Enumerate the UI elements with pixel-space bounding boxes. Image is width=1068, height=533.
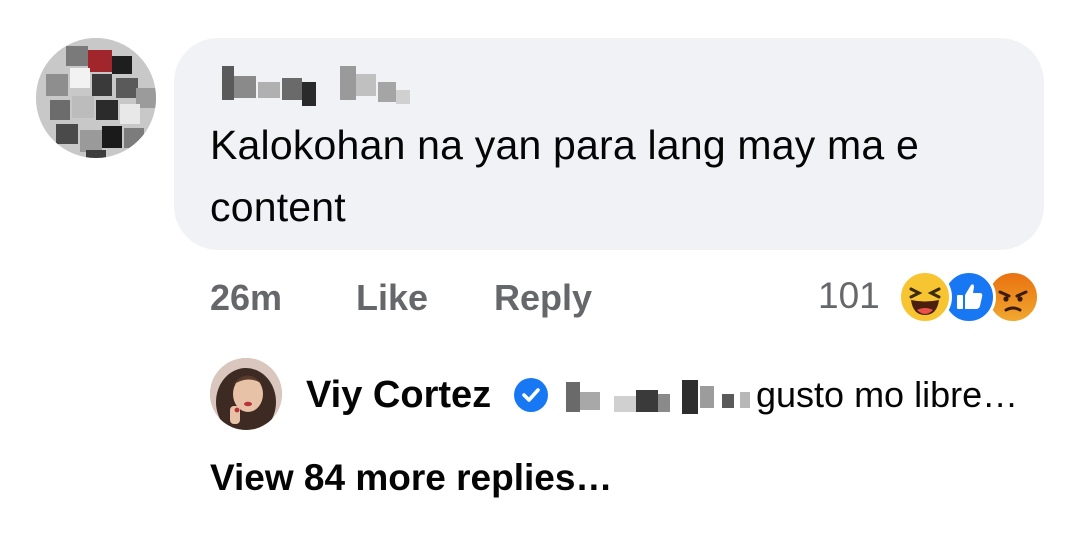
- reaction-summary[interactable]: [898, 268, 1048, 324]
- reply-preview-text[interactable]: gusto mo libre…: [756, 370, 1018, 420]
- comment-thread: Kalokohan na yan para lang may ma e cont…: [0, 0, 1068, 533]
- reaction-count[interactable]: 101: [818, 270, 880, 322]
- reply-button[interactable]: Reply: [494, 270, 592, 326]
- comment-text: Kalokohan na yan para lang may ma e cont…: [210, 122, 920, 230]
- reply-author-name[interactable]: Viy Cortez: [306, 370, 491, 420]
- reply-author-avatar[interactable]: [210, 358, 282, 430]
- comment-timestamp[interactable]: 26m: [210, 270, 282, 326]
- commenter-avatar[interactable]: [36, 38, 156, 158]
- commenter-name-censored: [218, 62, 418, 106]
- view-more-replies-link[interactable]: View 84 more replies…: [210, 452, 612, 504]
- like-button[interactable]: Like: [356, 270, 428, 326]
- reply-text-censored: [560, 372, 760, 420]
- verified-badge-icon: [514, 378, 548, 412]
- haha-icon: [898, 270, 952, 324]
